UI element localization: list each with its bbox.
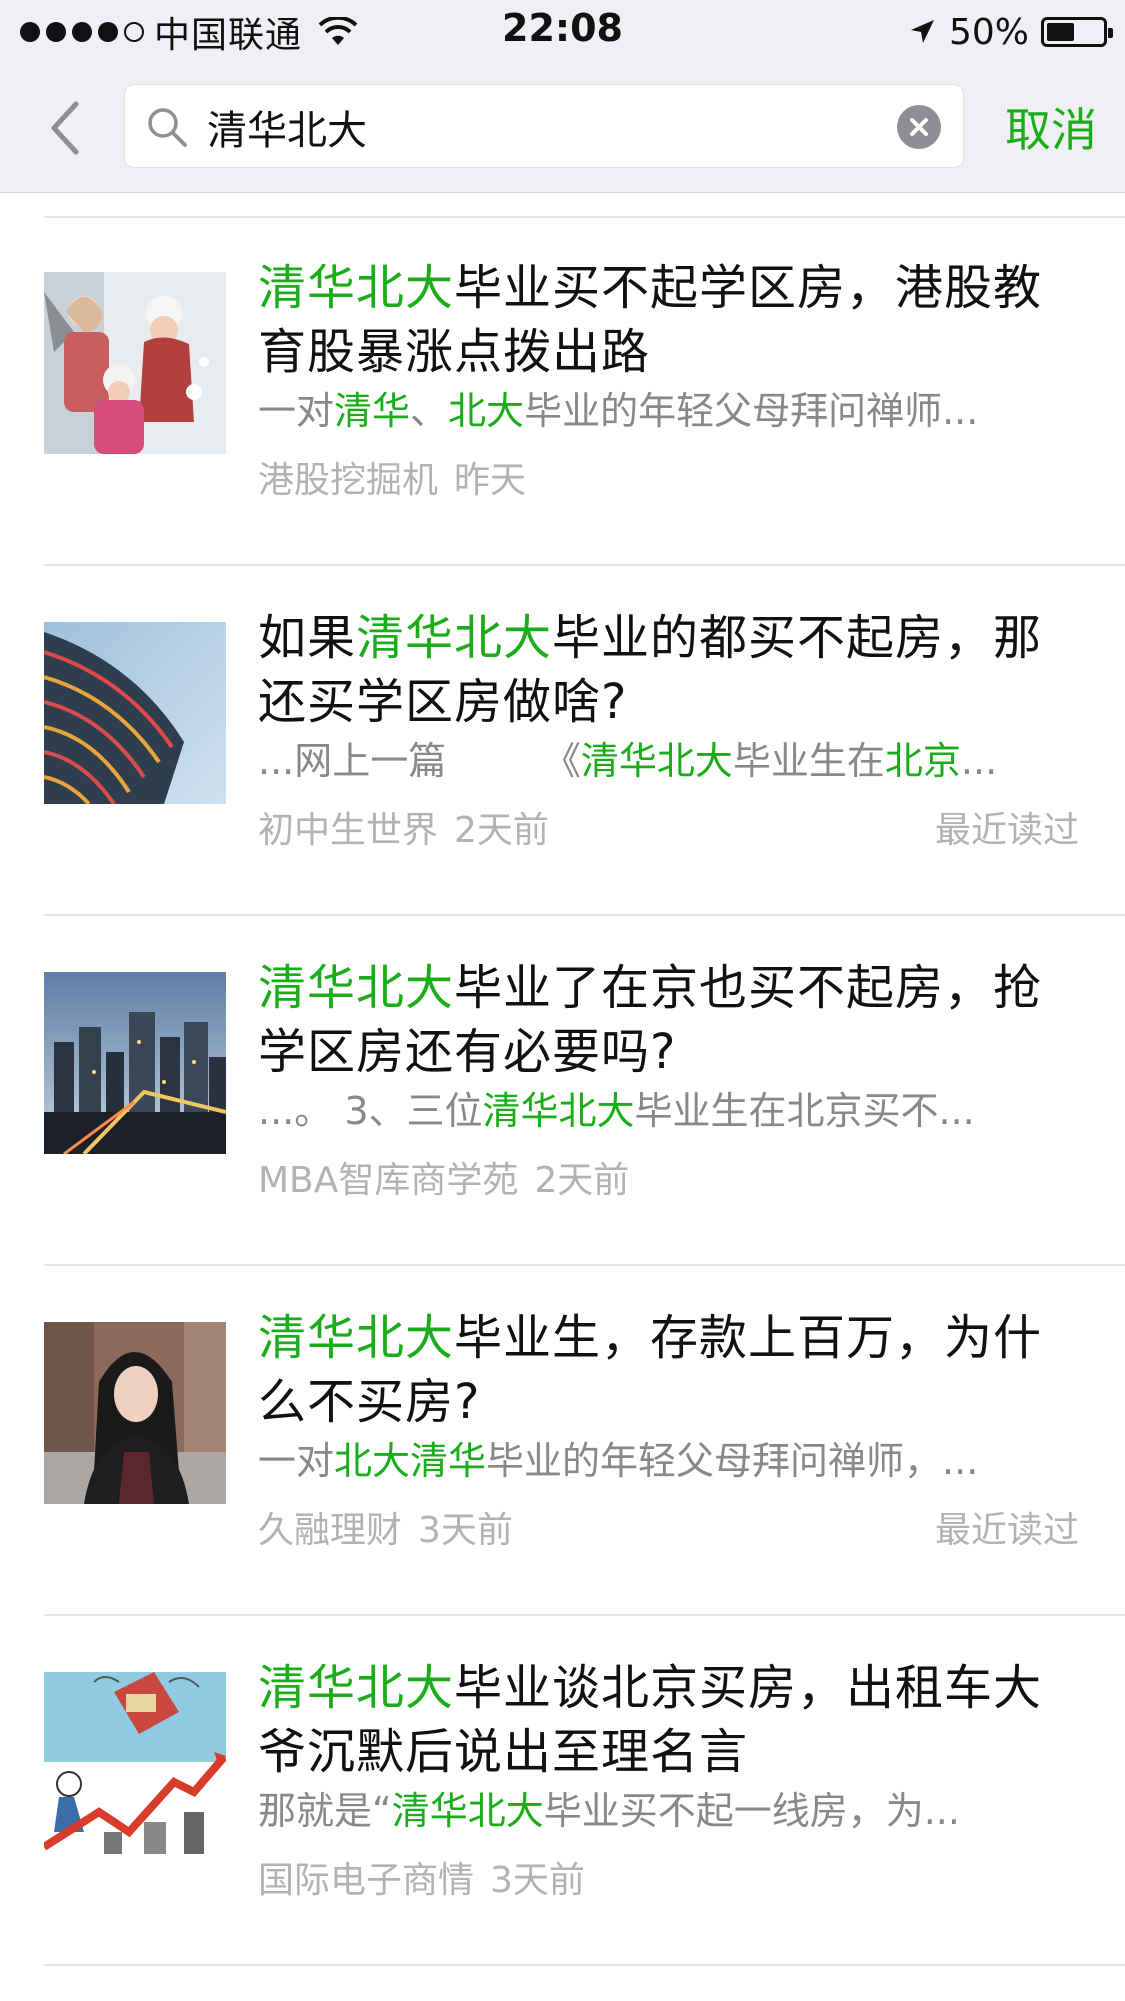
title-keyword-highlight: 清华北大 — [356, 610, 553, 666]
result-meta: 久融理财 3天前 — [258, 1506, 513, 1556]
digest-text: 毕业生在北京买不... — [634, 1089, 975, 1133]
result-item[interactable]: 清华北大毕业谈北京买房，出租车大爷沉默后说出至理名言 那就是“清华北大毕业买不起一… — [0, 1616, 1125, 1966]
title-keyword-highlight: 清华北大 — [258, 960, 455, 1016]
result-title: 清华北大毕业买不起学区房，港股教育股暴涨点拨出路 — [258, 256, 1088, 384]
result-item[interactable]: 清华北大毕业生，存款上百万，为什么不买房? 一对北大清华毕业的年轻父母拜问禅师，.… — [0, 1266, 1125, 1616]
result-title: 清华北大毕业了在京也买不起房，抢学区房还有必要吗? — [258, 956, 1088, 1084]
search-icon — [148, 108, 187, 147]
result-thumbnail — [44, 1322, 226, 1504]
result-meta: 国际电子商情 3天前 — [258, 1856, 585, 1906]
result-time: 2天前 — [454, 810, 549, 851]
result-item[interactable]: 清华北大毕业买不起学区房，港股教育股暴涨点拨出路 一对清华、北大毕业的年轻父母拜问… — [0, 216, 1125, 566]
result-item[interactable]: 清华北大毕业了在京也买不起房，抢学区房还有必要吗?...。 3、三位清华北大毕业… — [0, 916, 1125, 1266]
result-thumbnail — [44, 272, 226, 454]
back-chevron-icon[interactable] — [36, 92, 96, 164]
result-meta: 港股挖掘机 昨天 — [258, 456, 526, 506]
digest-text: 一对 — [258, 389, 335, 433]
title-keyword-highlight: 清华北大 — [258, 1660, 455, 1716]
digest-text: 毕业买不起一线房，为... — [543, 1789, 960, 1833]
result-source: 初中生世界 — [258, 810, 439, 851]
digest-text: 一对 — [258, 1439, 335, 1483]
result-time: 昨天 — [454, 460, 527, 501]
result-time: 3天前 — [418, 1510, 513, 1551]
digest-keyword-highlight: 清华北大 — [391, 1789, 544, 1833]
digest-text: 那就是“ — [258, 1789, 392, 1833]
result-source: MBA智库商学苑 — [258, 1160, 519, 1201]
result-title: 如果清华北大毕业的都买不起房，那还买学区房做啥? — [258, 606, 1088, 734]
result-thumbnail — [44, 972, 226, 1154]
digest-text: ...。 3、三位 — [258, 1089, 483, 1133]
result-thumbnail — [44, 1672, 226, 1854]
result-digest: ...网上一篇 《清华北大毕业生在北京... — [258, 736, 1068, 786]
digest-text: 毕业生在 — [732, 739, 885, 783]
result-thumbnail — [44, 622, 226, 804]
title-text: 如果 — [258, 610, 357, 666]
result-meta: 初中生世界 2天前 — [258, 806, 549, 856]
clear-search-icon[interactable] — [897, 105, 941, 149]
status-bar-right: 50% — [907, 8, 1113, 56]
digest-keyword-highlight: 清华北大 — [482, 1089, 635, 1133]
recently-read-tag: 最近读过 — [934, 1510, 1079, 1551]
result-time: 2天前 — [534, 1160, 630, 1201]
search-field[interactable] — [124, 84, 964, 168]
digest-text: 毕业的年轻父母拜问禅师，... — [486, 1439, 979, 1483]
cancel-button[interactable]: 取消 — [1005, 94, 1097, 160]
result-title: 清华北大毕业谈北京买房，出租车大爷沉默后说出至理名言 — [258, 1656, 1088, 1784]
digest-keyword-highlight: 清华北大 — [580, 739, 733, 783]
result-source: 国际电子商情 — [258, 1860, 475, 1901]
digest-text: ... — [960, 739, 998, 783]
digest-text: 、 — [410, 389, 449, 433]
title-keyword-highlight: 清华北大 — [258, 260, 455, 316]
title-keyword-highlight: 清华北大 — [258, 1310, 455, 1366]
result-digest: ...。 3、三位清华北大毕业生在北京买不... — [258, 1086, 1068, 1136]
search-input[interactable] — [205, 93, 889, 161]
result-digest: 那就是“清华北大毕业买不起一线房，为... — [258, 1786, 1068, 1836]
digest-text: ...网上一篇 《 — [258, 739, 581, 783]
result-item[interactable]: 如果清华北大毕业的都买不起房，那还买学区房做啥? ...网上一篇 《清华北大毕业生… — [0, 566, 1125, 916]
digest-keyword-highlight: 清华 — [334, 389, 411, 433]
result-meta: MBA智库商学苑 2天前 — [258, 1156, 629, 1206]
digest-keyword-highlight: 北京 — [884, 739, 961, 783]
result-digest: 一对北大清华毕业的年轻父母拜问禅师，... — [258, 1436, 1068, 1486]
result-source: 港股挖掘机 — [258, 460, 439, 501]
result-time: 3天前 — [490, 1860, 585, 1901]
divider — [44, 1964, 1125, 1966]
battery-percent: 50% — [948, 11, 1029, 53]
result-digest: 一对清华、北大毕业的年轻父母拜问禅师... — [258, 386, 1068, 436]
digest-text: 毕业的年轻父母拜问禅师... — [524, 389, 979, 433]
search-bar: 取消 — [0, 64, 1125, 193]
result-title: 清华北大毕业生，存款上百万，为什么不买房? — [258, 1306, 1088, 1434]
battery-icon — [1041, 17, 1113, 47]
digest-keyword-highlight: 北大 — [448, 389, 525, 433]
location-arrow-icon — [910, 20, 934, 43]
result-source: 久融理财 — [258, 1510, 403, 1551]
digest-keyword-highlight: 北大清华 — [334, 1439, 487, 1483]
recently-read-tag: 最近读过 — [934, 810, 1079, 851]
status-bar: 中国联通 22:08 50% — [0, 0, 1125, 64]
battery-level — [1047, 23, 1074, 41]
